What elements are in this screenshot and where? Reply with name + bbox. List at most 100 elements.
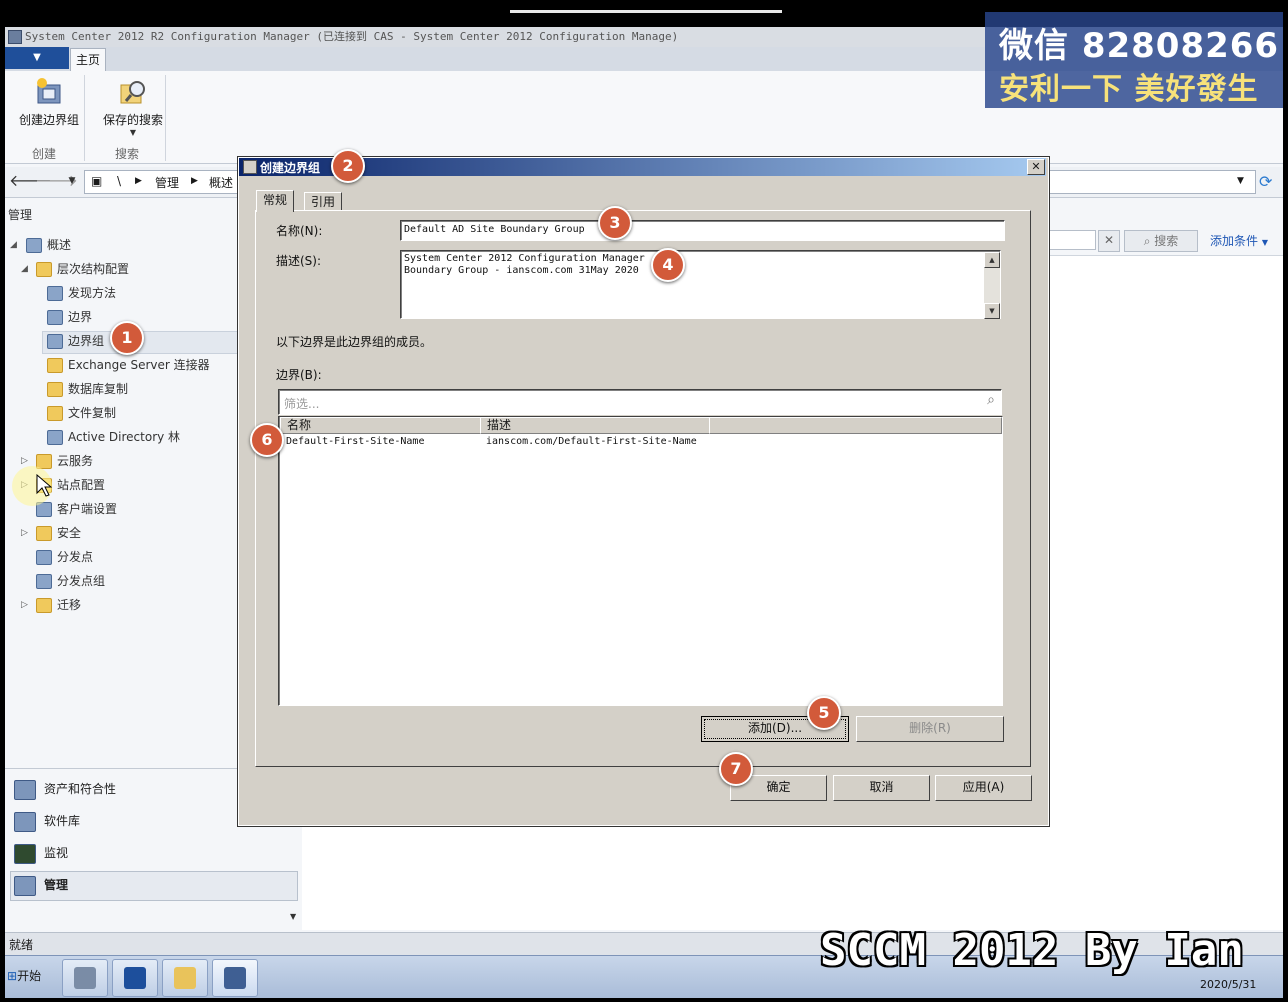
search-input[interactable] (1046, 230, 1096, 250)
folder-icon (174, 967, 196, 989)
tree-item-hierarchy[interactable]: 层次结构配置 (36, 259, 129, 279)
folder-icon (36, 526, 52, 541)
tree-item-exchange[interactable]: Exchange Server 连接器 (47, 355, 210, 375)
address-dropdown-icon[interactable]: ▼ (1237, 176, 1244, 186)
video-watermark: SCCM 2012 By Ian (820, 925, 1244, 976)
scroll-down-icon[interactable]: ▼ (984, 303, 1000, 319)
tab-general[interactable]: 常规 (256, 190, 295, 212)
boundaries-label: 边界(B): (276, 368, 322, 382)
apply-button[interactable]: 应用(A) (935, 775, 1032, 801)
close-icon: ✕ (1031, 160, 1041, 173)
boundary-group-icon (47, 334, 63, 349)
step-callout-1: 1 (110, 321, 144, 355)
start-button[interactable]: ⊞开始 (7, 962, 53, 990)
name-input[interactable]: Default AD Site Boundary Group (400, 220, 1005, 241)
name-label: 名称(N): (276, 224, 323, 238)
search-icon: ⌕ (987, 392, 995, 408)
boundary-icon (47, 310, 63, 325)
address-root-icon: ▣ (91, 174, 103, 188)
add-criteria-link[interactable]: 添加条件 ▼ (1210, 232, 1268, 249)
remove-button[interactable]: 删除(R) (856, 716, 1004, 742)
ribbon-divider (165, 75, 166, 161)
create-boundary-group-label: 创建边界组 (18, 113, 79, 127)
distribution-point-icon (36, 550, 52, 565)
tab-references[interactable]: 引用 (304, 192, 343, 212)
breadcrumb-overview[interactable]: 概述 (209, 174, 233, 191)
tree-expand-icon[interactable]: ◢ (10, 240, 17, 250)
chevron-down-icon: ▼ (1261, 238, 1268, 247)
taskbar-explorer[interactable] (162, 959, 208, 997)
tree-item-distribution-points[interactable]: 分发点 (36, 547, 93, 567)
workspace-administration[interactable]: 管理 (14, 872, 68, 898)
step-callout-4: 4 (651, 248, 685, 282)
monitoring-icon (14, 843, 36, 864)
filter-input[interactable]: 筛选... ⌕ (278, 389, 1002, 415)
clear-search-icon[interactable]: ✕ (1098, 230, 1120, 252)
breadcrumb-admin[interactable]: 管理 (155, 174, 179, 191)
tab-home[interactable]: 主页 (70, 48, 106, 72)
configmgr-console-icon (224, 967, 246, 989)
saved-search-button[interactable]: 保存的搜索 ▼ (93, 77, 173, 137)
tree-item-discovery[interactable]: 发现方法 (47, 283, 116, 303)
folder-icon (36, 598, 52, 613)
search-icon: ⌕ (1143, 234, 1151, 248)
file-replication-icon (47, 406, 63, 421)
cancel-button[interactable]: 取消 (833, 775, 930, 801)
dialog-icon (243, 160, 257, 174)
tree-item-boundaries[interactable]: 边界 (47, 307, 92, 327)
forward-arrow-icon[interactable]: 🡒 (35, 170, 78, 192)
tree-expand-icon[interactable]: ◢ (21, 264, 28, 274)
description-line: System Center 2012 Configuration Manager (404, 253, 645, 264)
tree-item-ad-forest[interactable]: Active Directory 林 (47, 427, 180, 447)
description-textarea[interactable]: System Center 2012 Configuration Manager… (400, 250, 1001, 319)
workspace-assets[interactable]: 资产和符合性 (14, 776, 116, 802)
workspace-software-library[interactable]: 软件库 (14, 808, 80, 834)
back-arrow-icon[interactable]: 🡐 (9, 170, 52, 192)
column-header-name[interactable]: 名称 (280, 417, 481, 434)
taskbar-server-manager[interactable] (62, 959, 108, 997)
boundaries-list[interactable] (278, 416, 1003, 706)
saved-search-icon (118, 77, 148, 107)
create-boundary-group-button[interactable]: 创建边界组 (9, 77, 89, 128)
tree-item-client-settings[interactable]: 客户端设置 (36, 499, 117, 519)
watermark-line2: 安利一下 美好發生 (999, 72, 1259, 107)
taskbar-powershell[interactable] (112, 959, 158, 997)
folder-icon (36, 262, 52, 277)
table-row[interactable]: Default-First-Site-Name (286, 436, 424, 447)
ad-forest-icon (47, 430, 63, 445)
step-callout-5: 5 (807, 696, 841, 730)
history-chevron-icon[interactable]: ▼ (61, 170, 83, 192)
saved-search-label: 保存的搜索 (102, 113, 163, 127)
tree-item-db-replication[interactable]: 数据库复制 (47, 379, 128, 399)
dialog-close-button[interactable]: ✕ (1027, 159, 1045, 175)
description-label: 描述(S): (276, 254, 322, 268)
taskbar-configmgr[interactable] (212, 959, 258, 997)
workspace-options-chevron-icon[interactable]: ▼ (290, 912, 296, 921)
tree-item-cloud[interactable]: 云服务 (36, 451, 93, 471)
search-button[interactable]: ⌕ 搜索 (1124, 230, 1198, 252)
breadcrumb-root[interactable]: \ (117, 174, 121, 188)
tree-collapsed-icon[interactable]: ▷ (21, 456, 28, 466)
ribbon-divider (84, 75, 85, 161)
window-title: System Center 2012 R2 Configuration Mana… (25, 30, 679, 43)
pane-title: 管理 (8, 208, 33, 222)
watermark-banner: 微信 82808266 安利一下 美好發生 (985, 12, 1283, 108)
tree-item-boundary-groups[interactable]: 边界组 (47, 331, 104, 351)
scroll-up-icon[interactable]: ▲ (984, 252, 1000, 268)
exchange-icon (47, 358, 63, 373)
workspace-monitoring[interactable]: 监视 (14, 840, 68, 866)
tree-item-overview[interactable]: 概述 (26, 235, 71, 255)
tree-collapsed-icon[interactable]: ▷ (21, 600, 28, 610)
description-scrollbar[interactable]: ▲ ▼ (984, 252, 1000, 319)
software-library-icon (14, 811, 36, 832)
dialog-title: 创建边界组 (260, 161, 321, 175)
file-menu-button[interactable]: ▼ (5, 47, 69, 69)
tree-item-migration[interactable]: 迁移 (36, 595, 81, 615)
tree-item-distribution-point-groups[interactable]: 分发点组 (36, 571, 105, 591)
tree-item-file-replication[interactable]: 文件复制 (47, 403, 116, 423)
refresh-icon[interactable]: ⟳ (1259, 172, 1272, 191)
column-header-description[interactable]: 描述 (480, 417, 710, 434)
tree-collapsed-icon[interactable]: ▷ (21, 528, 28, 538)
tree-item-security[interactable]: 安全 (36, 523, 81, 543)
row-description: ianscom.com/Default-First-Site-Name (486, 436, 697, 447)
